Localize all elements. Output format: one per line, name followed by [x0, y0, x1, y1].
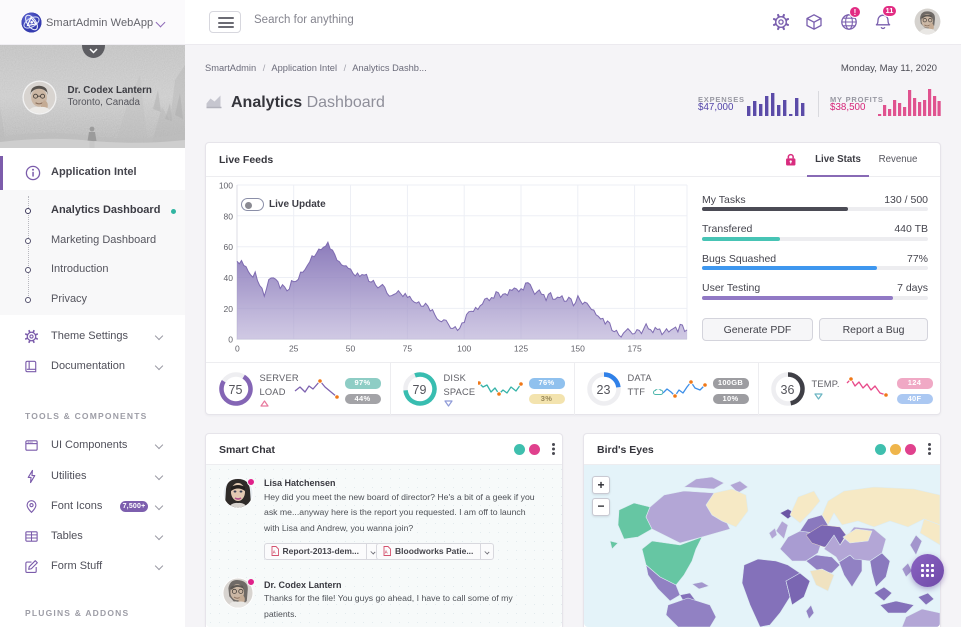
svg-text:60: 60 — [224, 242, 234, 252]
svg-text:25: 25 — [289, 344, 299, 354]
svg-text:175: 175 — [628, 344, 642, 354]
svg-text:100: 100 — [457, 344, 471, 354]
svg-text:75: 75 — [403, 344, 413, 354]
svg-text:150: 150 — [571, 344, 585, 354]
svg-text:20: 20 — [224, 304, 234, 314]
svg-text:0: 0 — [235, 344, 240, 354]
svg-text:125: 125 — [514, 344, 528, 354]
svg-text:80: 80 — [224, 211, 234, 221]
svg-text:40: 40 — [224, 273, 234, 283]
svg-text:100: 100 — [219, 181, 233, 191]
svg-text:50: 50 — [346, 344, 356, 354]
svg-text:0: 0 — [228, 335, 233, 345]
svg-text:A: A — [272, 550, 276, 555]
svg-text:A: A — [385, 550, 389, 555]
